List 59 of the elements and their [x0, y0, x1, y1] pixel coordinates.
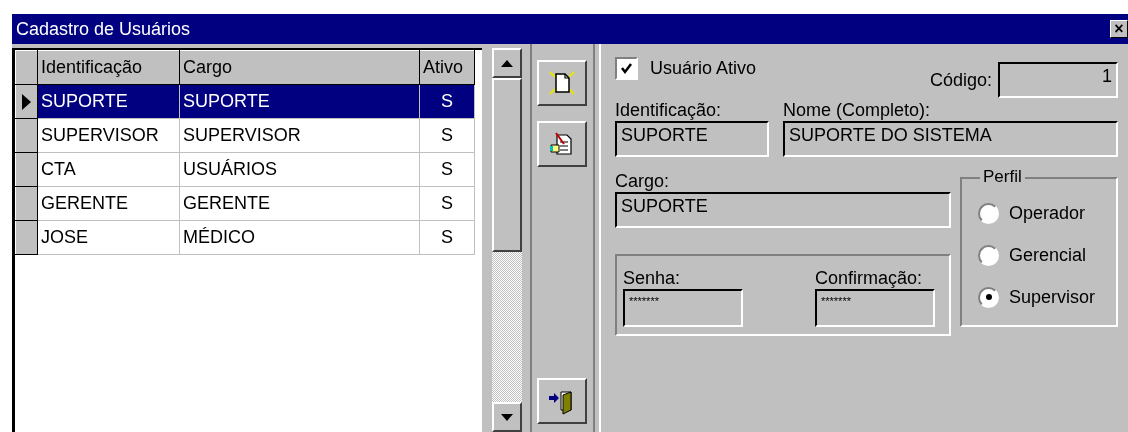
vertical-scrollbar[interactable]: [492, 48, 522, 432]
checkbox-label: Usuário Ativo: [650, 57, 757, 79]
field-label: Cargo:: [615, 171, 671, 192]
table-cell: GERENTE: [179, 186, 420, 221]
down-arrow-icon: [501, 413, 514, 421]
column-header[interactable]: Identificação: [37, 50, 180, 85]
scroll-down-button[interactable]: [492, 402, 522, 432]
close-button[interactable]: ×: [1110, 20, 1128, 38]
table-cell: S: [419, 118, 475, 153]
table-row[interactable]: GERENTE GERENTE S: [15, 186, 475, 221]
password-field[interactable]: *******: [623, 289, 743, 327]
field-label: Identificação:: [615, 100, 723, 121]
table-cell: SUPERVISOR: [37, 118, 180, 153]
table-cell: GERENTE: [37, 186, 180, 221]
window-title: Cadastro de Usuários: [16, 18, 191, 40]
code-field[interactable]: 1: [998, 62, 1118, 98]
table-row[interactable]: JOSE MÉDICO S: [15, 220, 475, 255]
field-label: Confirmação:: [815, 268, 924, 289]
radio-button[interactable]: [978, 286, 999, 308]
new-document-button[interactable]: [537, 60, 588, 106]
table-cell: S: [419, 220, 475, 255]
edit-document-button[interactable]: [537, 121, 588, 167]
table-cell: SUPORTE: [37, 84, 180, 119]
table-cell: S: [419, 84, 475, 119]
active-checkbox[interactable]: [615, 56, 638, 80]
row-indicator: [15, 186, 38, 221]
field-label: Código:: [929, 69, 992, 91]
table-row[interactable]: CTA USUÁRIOS S: [15, 152, 475, 187]
radio-label: Supervisor: [1009, 286, 1096, 308]
column-header[interactable]: Cargo: [179, 50, 420, 85]
input-field[interactable]: SUPORTE: [615, 121, 769, 157]
input-field[interactable]: SUPORTE DO SISTEMA: [783, 121, 1118, 157]
table-cell: SUPORTE: [179, 84, 420, 119]
table-cell: CTA: [37, 152, 180, 187]
table-cell: S: [419, 152, 475, 187]
table-row[interactable]: SUPERVISOR SUPERVISOR S: [15, 118, 475, 153]
field-label: Senha:: [623, 268, 682, 289]
table-cell: JOSE: [37, 220, 180, 255]
row-indicator: [15, 220, 38, 255]
row-indicator: [15, 118, 38, 153]
radio-button[interactable]: [978, 244, 999, 266]
table-cell: S: [419, 186, 475, 221]
radio-button[interactable]: [978, 202, 999, 224]
column-header[interactable]: Ativo: [419, 50, 475, 85]
table-cell: SUPERVISOR: [179, 118, 420, 153]
table-cell: USUÁRIOS: [179, 152, 420, 187]
scroll-up-button[interactable]: [492, 48, 522, 78]
password-field[interactable]: *******: [815, 289, 935, 327]
radio-label: Operador: [1009, 202, 1086, 224]
row-pointer-icon: [22, 93, 31, 110]
up-arrow-icon: [501, 59, 514, 67]
field-label: Nome (Completo):: [783, 100, 932, 121]
scroll-thumb[interactable]: [492, 78, 522, 252]
input-field[interactable]: SUPORTE: [615, 192, 951, 228]
row-indicator: [15, 152, 38, 187]
radio-label: Gerencial: [1009, 244, 1087, 266]
table-row[interactable]: SUPORTE SUPORTE S: [15, 84, 475, 119]
exit-button[interactable]: [537, 378, 588, 424]
table-cell: MÉDICO: [179, 220, 420, 255]
